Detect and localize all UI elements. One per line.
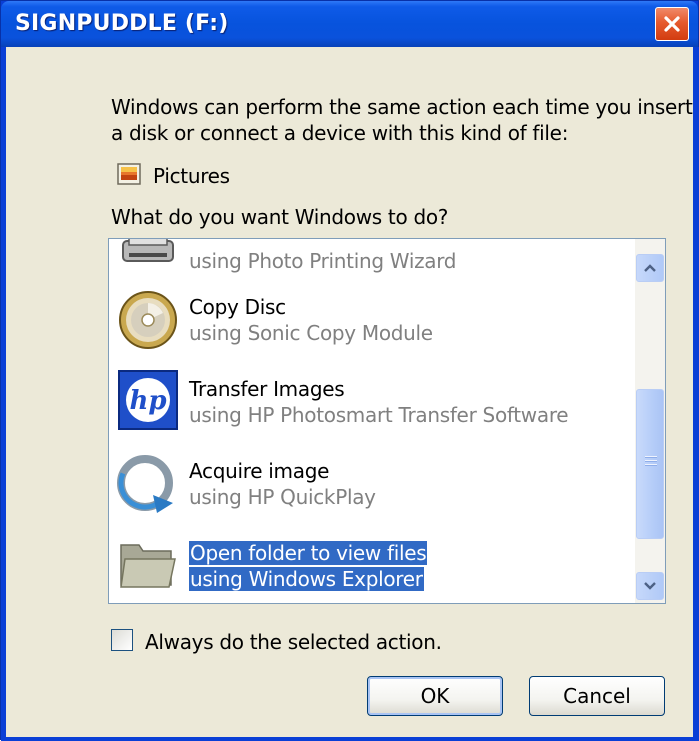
ok-button[interactable]: OK xyxy=(367,676,503,716)
grip-line xyxy=(645,465,657,466)
action-title-wrap: Open folder to view files xyxy=(189,541,428,565)
scroll-down-button[interactable] xyxy=(636,572,664,600)
quickplay-icon xyxy=(117,455,173,513)
window-border-bottom xyxy=(1,737,699,741)
title-bar[interactable]: SIGNPUDDLE (F:) xyxy=(1,1,698,47)
list-item[interactable]: hp Transfer Images using HP Photosmart T… xyxy=(109,361,629,445)
svg-text:hp: hp xyxy=(129,386,166,416)
pictures-icon xyxy=(117,163,141,185)
action-title: Acquire image xyxy=(189,459,330,483)
cancel-button[interactable]: Cancel xyxy=(529,676,665,716)
action-subtitle: using HP Photosmart Transfer Software xyxy=(189,403,569,427)
grip-line xyxy=(645,461,657,462)
always-do-label: Always do the selected action. xyxy=(145,630,442,654)
hp-logo-icon: hp xyxy=(118,370,178,430)
list-item[interactable]: Acquire image using HP QuickPlay xyxy=(109,443,629,527)
folder-icon xyxy=(120,544,176,588)
printer-icon xyxy=(122,239,174,262)
action-subtitle: using HP QuickPlay xyxy=(189,485,376,509)
list-item[interactable]: Copy Disc using Sonic Copy Module xyxy=(109,279,629,363)
action-title: Open folder to view files xyxy=(189,541,428,565)
content-type-label: Pictures xyxy=(153,164,230,188)
dialog-window: SIGNPUDDLE (F:) Windows can perform the … xyxy=(0,0,699,741)
close-button[interactable] xyxy=(655,7,689,41)
action-title: Copy Disc xyxy=(189,295,286,319)
action-subtitle: using Windows Explorer xyxy=(189,567,424,591)
action-title: Transfer Images xyxy=(189,377,345,401)
list-item-selected[interactable]: Open folder to view files using Windows … xyxy=(109,525,629,603)
window-border-right xyxy=(693,47,699,741)
always-do-checkbox[interactable] xyxy=(111,629,133,651)
chevron-up-icon xyxy=(644,264,656,272)
intro-line-2: a disk or connect a device with this kin… xyxy=(111,121,569,145)
action-subtitle: using Photo Printing Wizard xyxy=(189,249,457,273)
window-title: SIGNPUDDLE (F:) xyxy=(15,11,229,36)
chevron-down-icon xyxy=(644,582,656,590)
list-scrollbar[interactable] xyxy=(635,239,665,603)
intro-line-1: Windows can perform the same action each… xyxy=(111,95,693,119)
close-icon xyxy=(664,16,680,32)
prompt-label: What do you want Windows to do? xyxy=(111,205,449,229)
grip-line xyxy=(645,457,657,458)
action-list[interactable]: using Photo Printing Wizard Copy Disc us… xyxy=(108,238,666,604)
action-subtitle: using Sonic Copy Module xyxy=(189,321,433,345)
scroll-thumb[interactable] xyxy=(636,389,664,539)
action-subtitle-wrap: using Windows Explorer xyxy=(189,567,424,591)
disc-icon xyxy=(119,291,177,349)
scroll-up-button[interactable] xyxy=(636,254,664,282)
